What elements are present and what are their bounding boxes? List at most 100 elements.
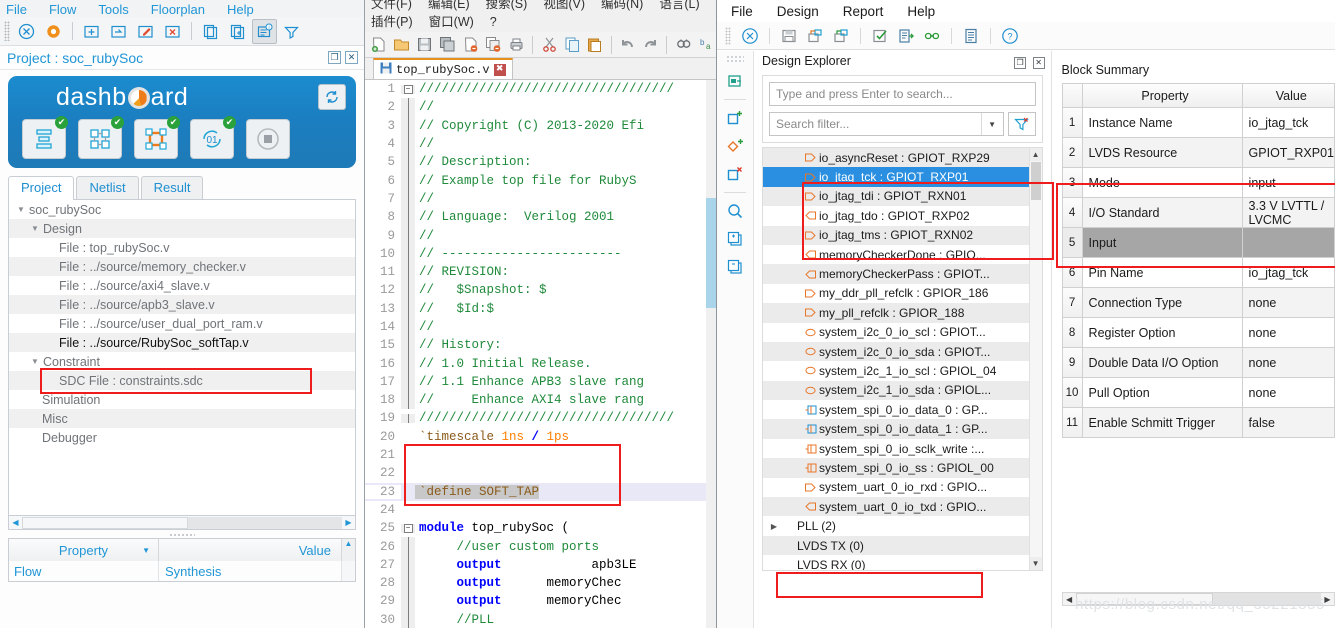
check-icon[interactable] (867, 24, 893, 48)
table-row[interactable]: 9 Double Data I/O Option none (1062, 348, 1334, 378)
vscroll-thumb[interactable] (1030, 162, 1041, 200)
replace-icon[interactable]: ba (696, 32, 716, 57)
close-icon[interactable]: ✖ (493, 63, 506, 76)
tree-item-io-jtag-tdi[interactable]: io_jtag_tdi : GPIOT_RXN01 (762, 186, 1029, 207)
route-icon[interactable]: ✔ (134, 116, 180, 159)
menu-shitu[interactable]: 视图(V) (543, 0, 585, 12)
tree-item-user-dual-port-ram[interactable]: File : ../source/user_dual_port_ram.v (9, 314, 355, 333)
close-icon[interactable]: ✕ (345, 51, 358, 64)
fold-marker[interactable]: − (401, 523, 415, 533)
menu-bianma[interactable]: 编码(N) (601, 0, 643, 12)
twisty-icon[interactable]: ▶ (763, 522, 781, 531)
close-file-icon[interactable] (461, 32, 481, 57)
find-icon[interactable] (673, 32, 693, 57)
filter-icon[interactable] (279, 19, 304, 44)
fold-marker[interactable]: − (401, 84, 415, 94)
copy-icon[interactable] (198, 19, 223, 44)
open-project-icon[interactable] (106, 19, 131, 44)
tree-item-io-jtag-tck[interactable]: io_jtag_tck : GPIOT_RXP01 (762, 167, 1029, 187)
tree-item-simulation[interactable]: Simulation (9, 390, 355, 409)
tree-item-system-spi-0-io-ss[interactable]: system_spi_0_io_ss : GPIOL_00 (762, 458, 1029, 478)
tab-netlist[interactable]: Netlist (76, 176, 139, 199)
tree-item-system-spi-0-io-data-0[interactable]: system_spi_0_io_data_0 : GP... (763, 400, 1029, 419)
menu-file[interactable]: File (731, 4, 753, 19)
link-icon[interactable] (919, 24, 945, 48)
table-row[interactable]: 6 Pin Name io_jtag_tck (1062, 258, 1334, 288)
table-row[interactable]: 11 Enable Schmitt Trigger false (1062, 408, 1334, 438)
menu-help[interactable]: Help (907, 4, 935, 19)
chevron-down-icon[interactable]: ▼ (142, 546, 150, 555)
refresh-icon[interactable] (318, 84, 346, 110)
project-tree[interactable]: ▼ soc_rubySoc ▼ Design File : top_rubySoc.… (8, 200, 356, 516)
property-value[interactable]: none (1243, 318, 1334, 347)
save-icon[interactable] (415, 32, 435, 57)
cut-icon[interactable] (539, 32, 559, 57)
menu-report[interactable]: Report (843, 4, 884, 19)
property-value[interactable]: io_jtag_tck (1243, 108, 1334, 137)
menu-file[interactable]: File (6, 2, 27, 17)
property-scroll-up-icon[interactable]: ▲ (341, 539, 355, 561)
tree-item-system-spi-0-io-sclk-write[interactable]: system_spi_0_io_sclk_write :... (763, 439, 1029, 458)
rail-grip[interactable] (725, 55, 744, 63)
tree-item-memory-checker[interactable]: File : ../source/memory_checker.v (9, 257, 355, 276)
fold-marker[interactable] (401, 413, 415, 423)
scroll-left-icon[interactable]: ◀ (9, 517, 22, 529)
save-icon[interactable] (776, 24, 802, 48)
tree-item-system-i2c-1-io-sda[interactable]: system_i2c_1_io_sda : GPIOL... (762, 380, 1029, 401)
table-row-selected[interactable]: 5 Input (1062, 228, 1334, 258)
scroll-right-icon[interactable]: ▶ (342, 517, 355, 529)
stop-icon[interactable] (246, 119, 290, 159)
import-icon[interactable] (802, 24, 828, 48)
designer-menubar[interactable]: File Design Report Help (717, 0, 1335, 22)
add-interface-icon[interactable] (721, 132, 749, 160)
redo-icon[interactable] (641, 32, 661, 57)
table-row[interactable]: 4 I/O Standard 3.3 V LVTTL / LVCMC (1062, 198, 1334, 228)
copy-icon[interactable] (562, 32, 582, 57)
menu-design[interactable]: Design (777, 4, 819, 19)
table-row[interactable]: 2 LVDS Resource GPIOT_RXP01 (1062, 138, 1334, 168)
tree-item-io-asyncreset[interactable]: io_asyncReset : GPIOT_RXP29 (762, 148, 1029, 168)
tree-item-system-i2c-0-io-scl[interactable]: system_i2c_0_io_scl : GPIOT... (763, 323, 1029, 342)
help-icon[interactable]: ? (997, 24, 1023, 48)
paste-icon[interactable] (585, 32, 605, 57)
menu-help[interactable]: ? (490, 15, 497, 32)
property-value[interactable] (1243, 228, 1334, 257)
scroll-down-icon[interactable]: ▼ (1029, 557, 1042, 570)
tree-item-system-i2c-0-io-sda[interactable]: system_i2c_0_io_sda : GPIOT... (762, 341, 1029, 362)
search-icon[interactable] (721, 197, 749, 225)
edit-project-icon[interactable] (133, 19, 158, 44)
table-row[interactable]: 7 Connection Type none (1062, 288, 1334, 318)
open-file-icon[interactable] (392, 32, 412, 57)
property-row-flow[interactable]: Flow Synthesis (9, 561, 355, 581)
property-value[interactable]: Synthesis (159, 561, 341, 581)
column-header-property[interactable]: Property ▼ (9, 539, 159, 561)
delete-project-icon[interactable] (160, 19, 185, 44)
menu-bianji[interactable]: 编辑(E) (428, 0, 470, 12)
tab-result[interactable]: Result (140, 176, 204, 199)
tree-item-design[interactable]: ▼ Design (9, 219, 355, 238)
clear-filter-icon[interactable] (1007, 112, 1036, 136)
code-editor[interactable]: 1−////////////////////////////////// 2//… (365, 80, 716, 628)
menu-chuangkou[interactable]: 窗口(W) (429, 15, 474, 32)
property-scrollbar[interactable] (341, 561, 355, 581)
close-all-icon[interactable] (484, 32, 504, 57)
tree-item-top-rubysoc[interactable]: File : top_rubySoc.v (9, 238, 355, 257)
menu-wenjian[interactable]: 文件(F) (371, 0, 412, 12)
chevron-down-icon[interactable]: ▼ (980, 113, 1003, 135)
tree-item-lvds-rx[interactable]: LVDS RX (0) (763, 555, 1029, 570)
new-project-icon[interactable] (79, 19, 104, 44)
design-tree-vscrollbar[interactable]: ▲ ▼ (1028, 148, 1042, 570)
document-icon[interactable] (958, 24, 984, 48)
tree-item-apb3-slave[interactable]: File : ../source/apb3_slave.v (9, 295, 355, 314)
tree-item-soc-rubysoc[interactable]: ▼ soc_rubySoc (9, 200, 355, 219)
tree-item-system-uart-0-io-txd[interactable]: system_uart_0_io_txd : GPIO... (762, 497, 1029, 517)
expand-all-icon[interactable] (721, 225, 749, 253)
menu-tools[interactable]: Tools (98, 2, 128, 17)
column-header-property[interactable]: Property (1083, 84, 1243, 107)
notepad-menu-row-2[interactable]: 插件(P) 窗口(W) ? (371, 15, 716, 32)
property-value[interactable]: 3.3 V LVTTL / LVCMC (1243, 198, 1334, 227)
bitstream-icon[interactable]: 01 ✔ (190, 116, 236, 159)
property-value[interactable]: io_jtag_tck (1243, 258, 1334, 287)
menu-flow[interactable]: Flow (49, 2, 76, 17)
generate-report-icon[interactable] (893, 24, 919, 48)
